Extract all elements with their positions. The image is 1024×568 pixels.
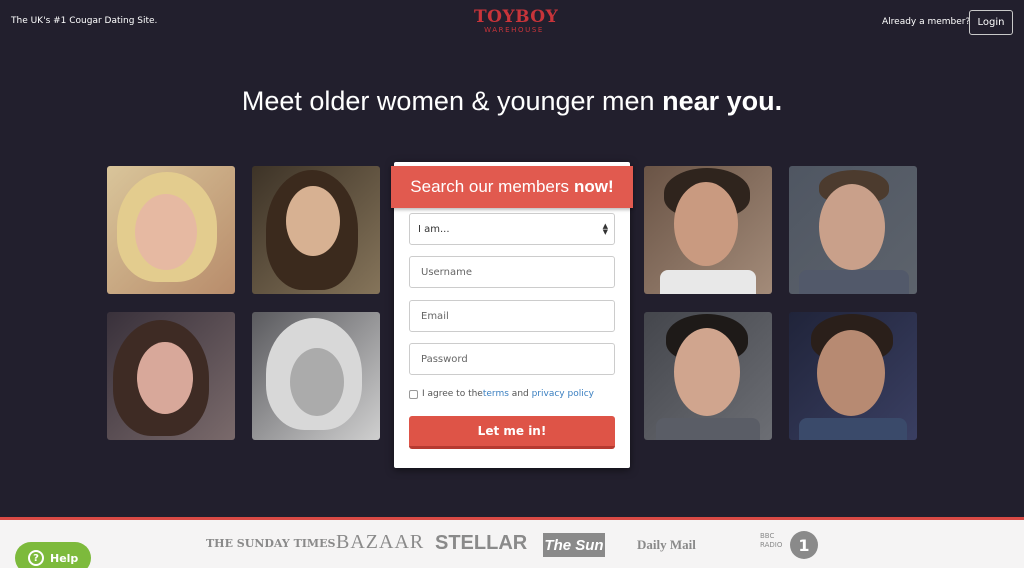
member-photo[interactable]	[252, 312, 380, 440]
press-bar: THE SUNDAY TIMES BAZAAR STELLAR The Sun …	[0, 517, 1024, 568]
stellar-logo: STELLAR	[435, 532, 528, 554]
agree-and: and	[508, 389, 532, 399]
select-arrows-icon: ▲ ▼	[602, 222, 608, 236]
agree-row: I agree to the terms and privacy policy	[409, 389, 594, 399]
username-placeholder: Username	[421, 266, 472, 278]
hero-headline: Meet older women & younger men near you.	[0, 86, 1024, 117]
help-button[interactable]: ? Help	[15, 542, 91, 568]
radio-text: RADIO	[760, 541, 783, 549]
ribbon-text: Search our members	[410, 177, 570, 196]
email-placeholder: Email	[421, 310, 449, 322]
login-button[interactable]: Login	[969, 10, 1013, 35]
terms-link[interactable]: terms	[483, 389, 509, 399]
member-photo[interactable]	[644, 312, 772, 440]
agree-checkbox[interactable]	[409, 389, 418, 399]
bazaar-logo: BAZAAR	[336, 531, 425, 553]
privacy-policy-link[interactable]: privacy policy	[532, 389, 594, 399]
headline-text: Meet older women & younger men	[241, 86, 663, 116]
the-sun-logo: The Sun	[543, 533, 605, 557]
let-me-in-button[interactable]: Let me in!	[409, 416, 615, 449]
bbc-radio1-logo: BBC RADIO	[760, 532, 782, 550]
sunday-times-logo: THE SUNDAY TIMES	[206, 537, 336, 550]
password-input[interactable]: Password	[409, 343, 615, 375]
password-placeholder: Password	[421, 353, 468, 365]
member-photo[interactable]	[107, 312, 235, 440]
member-photo[interactable]	[107, 166, 235, 294]
site-logo[interactable]: TOYBOY WAREHOUSE	[474, 7, 559, 34]
agree-prefix: I agree to the	[422, 389, 483, 399]
logo-line1: TOYBOY	[474, 7, 559, 27]
top-bar: The UK's #1 Cougar Dating Site. TOYBOY W…	[0, 0, 1024, 44]
bbc-text: BBC	[760, 532, 775, 540]
logo-line2: WAREHOUSE	[484, 26, 544, 34]
site-tagline: The UK's #1 Cougar Dating Site.	[11, 16, 158, 26]
radio1-badge: 1	[790, 531, 818, 559]
search-ribbon: Search our members now!	[391, 166, 633, 208]
email-input[interactable]: Email	[409, 300, 615, 332]
username-input[interactable]: Username	[409, 256, 615, 288]
member-photo[interactable]	[789, 166, 917, 294]
gender-select-value: I am...	[418, 223, 450, 235]
daily-mail-logo: Daily Mail	[637, 537, 696, 552]
gender-select[interactable]: I am... ▲ ▼	[409, 213, 615, 245]
member-photo[interactable]	[252, 166, 380, 294]
ribbon-bold: now!	[574, 177, 614, 196]
help-question-icon: ?	[28, 550, 44, 566]
help-label: Help	[50, 551, 79, 565]
member-photo[interactable]	[644, 166, 772, 294]
member-photo[interactable]	[789, 312, 917, 440]
headline-bold: near you.	[662, 86, 783, 116]
already-member-text: Already a member?	[882, 17, 971, 27]
